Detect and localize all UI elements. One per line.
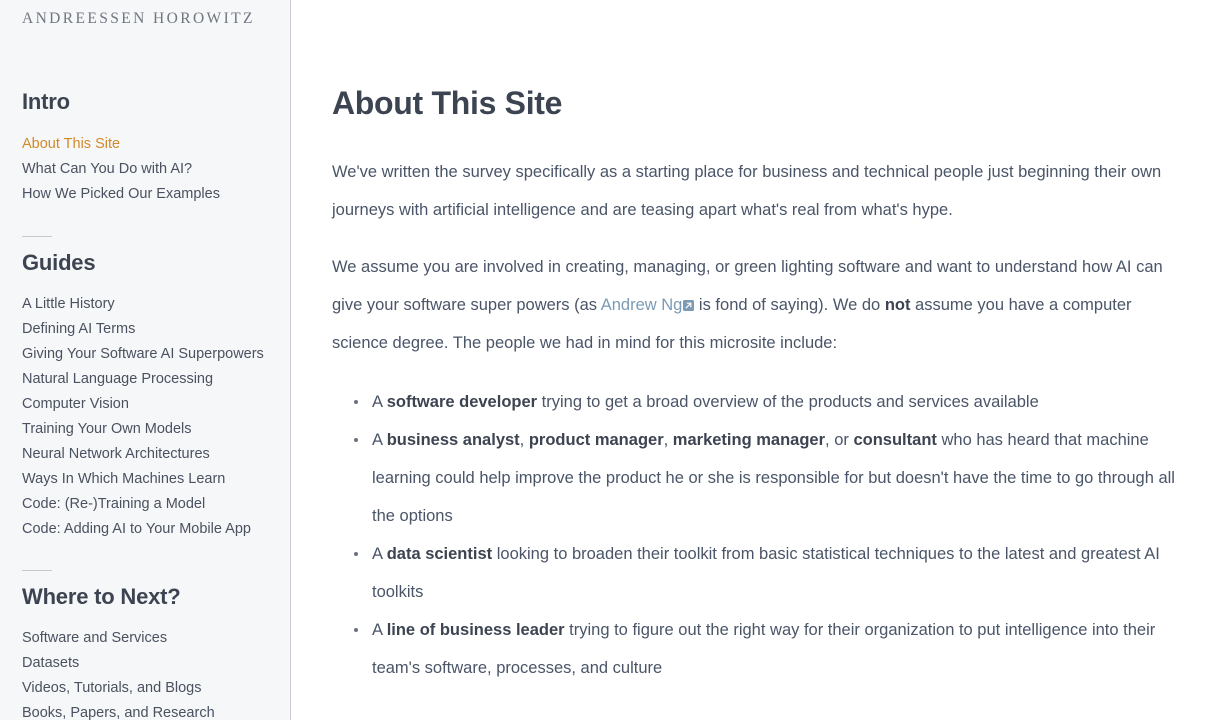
sidebar-item-videos-tutorials-and-blogs[interactable]: Videos, Tutorials, and Blogs (22, 676, 290, 701)
list-item: A data scientist looking to broaden thei… (354, 535, 1177, 611)
list-item: A business analyst, product manager, mar… (354, 421, 1177, 535)
bullet-2-sep-2: , (663, 431, 673, 449)
intro-paragraph-2: We assume you are involved in creating, … (332, 229, 1167, 362)
section-heading-intro: Intro (22, 89, 70, 114)
sidebar-section-guides: Guides A Little History Defining AI Term… (0, 237, 290, 571)
sidebar-item-about-this-site[interactable]: About This Site (22, 132, 290, 157)
main-content: About This Site We've written the survey… (291, 0, 1206, 720)
section-heading-guides: Guides (22, 250, 96, 275)
bullet-2-role-1: business analyst (386, 431, 520, 449)
sidebar-section-where-to-next: Where to Next? Software and Services Dat… (0, 571, 290, 720)
bullet-3-lead: A (372, 545, 387, 563)
audience-bullet-list: A software developer trying to get a bro… (332, 362, 1177, 687)
bullet-2-sep-1: , (519, 431, 529, 449)
list-item: Books, Papers, and Research (22, 701, 290, 720)
sidebar-item-ways-in-which-machines-learn[interactable]: Ways In Which Machines Learn (22, 467, 290, 492)
nav-list-where-to-next: Software and Services Datasets Videos, T… (22, 610, 290, 720)
bullet-1-rest: trying to get a broad overview of the pr… (537, 393, 1039, 411)
page-title: About This Site (332, 85, 563, 121)
list-item: Natural Language Processing (22, 367, 290, 392)
sidebar-item-code-retraining-a-model[interactable]: Code: (Re-)Training a Model (22, 492, 290, 517)
list-item: About This Site (22, 132, 290, 157)
external-link-icon (683, 300, 695, 311)
sidebar-section-intro: Intro About This Site What Can You Do wi… (0, 28, 290, 237)
bullet-1-lead: A (372, 393, 387, 411)
list-item: A software developer trying to get a bro… (354, 383, 1177, 421)
list-item: Training Your Own Models (22, 417, 290, 442)
section-heading-where-to-next: Where to Next? (22, 584, 181, 609)
sidebar: ANDREESSEN HOROWITZ Intro About This Sit… (0, 0, 291, 720)
sidebar-item-code-adding-ai-to-your-mobile-app[interactable]: Code: Adding AI to Your Mobile App (22, 517, 290, 542)
sidebar-item-defining-ai-terms[interactable]: Defining AI Terms (22, 317, 290, 342)
sidebar-item-computer-vision[interactable]: Computer Vision (22, 392, 290, 417)
andrew-ng-link[interactable]: Andrew Ng (601, 296, 695, 314)
sidebar-item-what-can-you-do-with-ai[interactable]: What Can You Do with AI? (22, 157, 290, 182)
paragraph-2-emphasis: not (884, 296, 911, 314)
list-item: A line of business leader trying to figu… (354, 611, 1177, 687)
page-layout: ANDREESSEN HOROWITZ Intro About This Sit… (0, 0, 1206, 720)
sidebar-item-datasets[interactable]: Datasets (22, 651, 290, 676)
list-item: A Little History (22, 292, 290, 317)
list-item: How We Picked Our Examples (22, 182, 290, 207)
list-item: Code: (Re-)Training a Model (22, 492, 290, 517)
bullet-2-role-2: product manager (528, 431, 664, 449)
bullet-2-role-3: marketing manager (672, 431, 826, 449)
andrew-ng-link-label: Andrew Ng (600, 296, 683, 314)
sidebar-item-neural-network-architectures[interactable]: Neural Network Architectures (22, 442, 290, 467)
list-item: Ways In Which Machines Learn (22, 467, 290, 492)
paragraph-2-part-2: is fond of saying). We do (694, 296, 885, 314)
list-item: Videos, Tutorials, and Blogs (22, 676, 290, 701)
list-item: Datasets (22, 651, 290, 676)
bullet-4-lead: A (372, 621, 387, 639)
list-item: Defining AI Terms (22, 317, 290, 342)
bullet-2-role-4: consultant (853, 431, 937, 449)
list-item: Neural Network Architectures (22, 442, 290, 467)
sidebar-item-natural-language-processing[interactable]: Natural Language Processing (22, 367, 290, 392)
brand-logo[interactable]: ANDREESSEN HOROWITZ (0, 0, 290, 28)
sidebar-item-how-we-picked-our-examples[interactable]: How We Picked Our Examples (22, 182, 290, 207)
sidebar-item-giving-your-software-ai-superpowers[interactable]: Giving Your Software AI Superpowers (22, 342, 290, 367)
sidebar-item-books-papers-and-research[interactable]: Books, Papers, and Research (22, 701, 290, 720)
nav-list-intro: About This Site What Can You Do with AI?… (22, 115, 290, 207)
list-item: Software and Services (22, 626, 290, 651)
sidebar-item-a-little-history[interactable]: A Little History (22, 292, 290, 317)
bullet-1-role: software developer (386, 393, 538, 411)
sidebar-item-software-and-services[interactable]: Software and Services (22, 626, 290, 651)
intro-paragraph-1: We've written the survey specifically as… (332, 163, 1162, 219)
list-item: Code: Adding AI to Your Mobile App (22, 517, 290, 542)
bullet-4-role: line of business leader (386, 621, 565, 639)
list-item: What Can You Do with AI? (22, 157, 290, 182)
list-item: Computer Vision (22, 392, 290, 417)
nav-list-guides: A Little History Defining AI Terms Givin… (22, 276, 290, 542)
list-item: Giving Your Software AI Superpowers (22, 342, 290, 367)
bullet-2-lead: A (372, 431, 387, 449)
bullet-2-sep-3: , or (825, 431, 854, 449)
bullet-3-role: data scientist (386, 545, 493, 563)
sidebar-item-training-your-own-models[interactable]: Training Your Own Models (22, 417, 290, 442)
